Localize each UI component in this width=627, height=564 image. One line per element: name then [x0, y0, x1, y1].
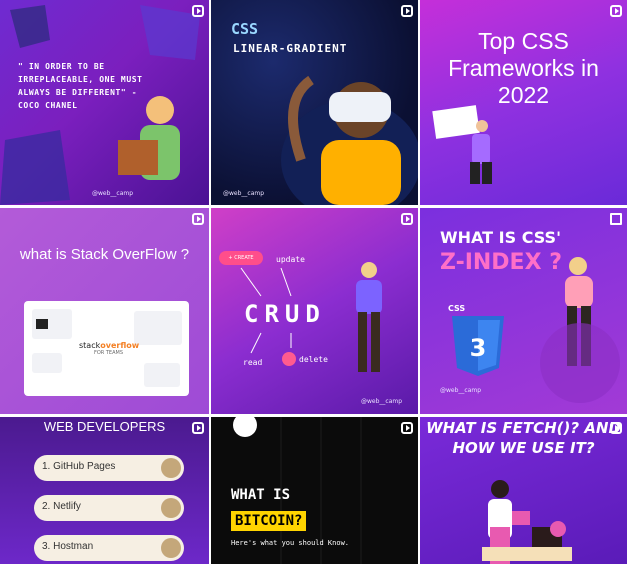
post-title: WEB DEVELOPERS [43, 419, 166, 434]
post-tile-stack-overflow[interactable]: what is Stack OverFlow ? stackoverflow F… [0, 208, 209, 414]
quote-text: " IN ORDER TO BE IRREPLACEABLE, ONE MUST… [18, 62, 143, 110]
handle-text: @web__camp [92, 190, 134, 197]
css-logo-label: CSS [448, 304, 466, 313]
list-item: 2. Netlify [34, 495, 184, 521]
post-title-line2: BITCOIN? [231, 511, 307, 531]
reel-icon [401, 213, 413, 225]
post-tile-linear-gradient[interactable]: CSS LINEAR-GRADIENT @web__camp [211, 0, 418, 205]
handle-text: @web__camp [361, 398, 403, 405]
post-tile-bitcoin[interactable]: WHAT IS BITCOIN? Here's what you should … [211, 417, 418, 564]
carousel-icon [610, 213, 622, 225]
reel-icon [610, 422, 622, 434]
handle-text: @web__camp [223, 190, 265, 197]
post-title: Top CSS Frameworks in 2022 [448, 28, 599, 108]
handle-text: @web__camp [440, 387, 482, 394]
reel-icon [401, 422, 413, 434]
reel-icon [610, 5, 622, 17]
reel-icon [401, 5, 413, 17]
reel-icon [192, 213, 204, 225]
post-subtitle: Here's what you should Know. [231, 539, 350, 547]
post-tile-css-frameworks[interactable]: Top CSS Frameworks in 2022 [420, 0, 627, 205]
list-item: 1. GitHub Pages [34, 455, 184, 481]
list-item: 3. Hostman [34, 535, 184, 561]
post-title: what is Stack OverFlow ? [19, 246, 190, 263]
post-grid: " IN ORDER TO BE IRREPLACEABLE, ONE MUST… [0, 0, 627, 564]
stackoverflow-logo: stackoverflow [79, 341, 140, 350]
post-title-line1: WHAT IS [231, 487, 291, 503]
post-tile-fetch[interactable]: WHAT IS FETCH()? AND HOW WE USE IT? [420, 417, 627, 564]
post-tile-crud[interactable]: + CREATE update CRUD read delete @web__c… [211, 208, 418, 414]
post-title: CSS [231, 20, 259, 38]
post-tile-z-index[interactable]: WHAT IS CSS' Z-INDEX ? 3 CSS @web__camp [420, 208, 627, 414]
developer-illustration [482, 480, 572, 564]
post-subtitle: LINEAR-GRADIENT [233, 42, 348, 55]
crud-illustration [240, 262, 382, 372]
stackoverflow-teams-label: FOR TEAMS [94, 350, 123, 356]
stackoverflow-screenshot: stackoverflow FOR TEAMS [24, 301, 189, 396]
reel-icon [192, 5, 204, 17]
reel-icon [192, 422, 204, 434]
svg-text:3: 3 [470, 334, 487, 362]
post-tile-web-developers[interactable]: WEB DEVELOPERS 1. GitHub Pages 2. Netlif… [0, 417, 209, 564]
post-tile-coco-chanel-quote[interactable]: " IN ORDER TO BE IRREPLACEABLE, ONE MUST… [0, 0, 209, 205]
